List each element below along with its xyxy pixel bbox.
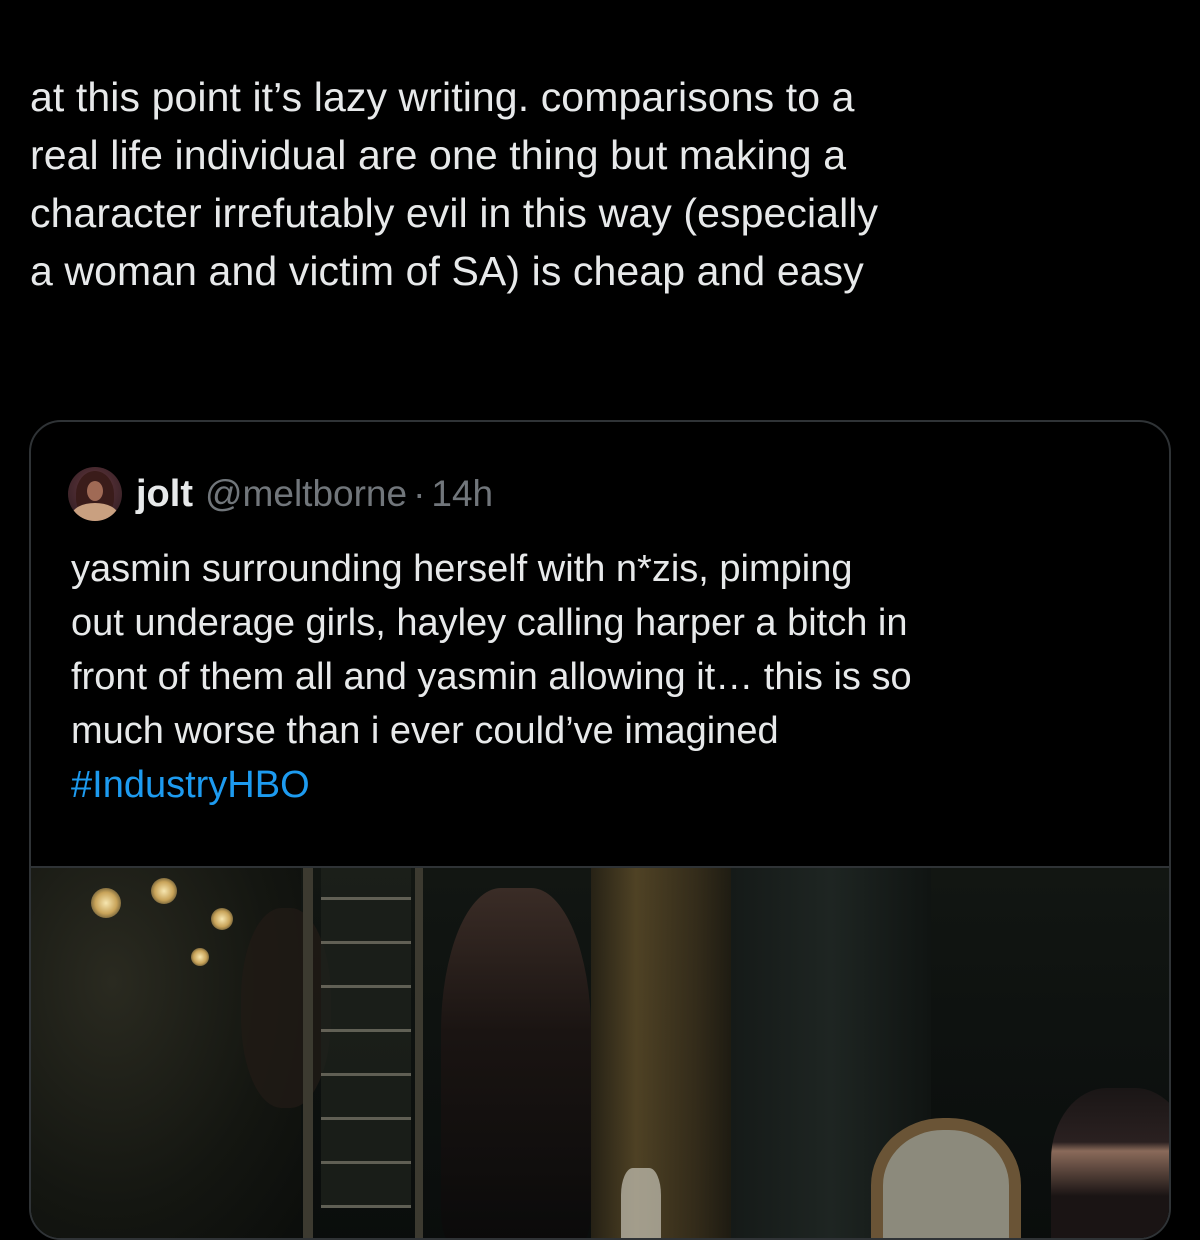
media-scene-light [151,878,177,904]
quoted-tweet-card[interactable]: jolt @meltborne · 14h yasmin surrounding… [29,420,1171,1240]
quoted-tweet-header: jolt @meltborne · 14h [68,466,493,522]
quoted-text-line: much worse than i ever could’ve imagined [71,710,779,752]
quoted-display-name[interactable]: jolt [136,473,193,516]
quoted-text-line: front of them all and yasmin allowing it… [71,656,912,698]
media-scene-figure [1051,1088,1169,1238]
media-scene-figure [441,888,591,1238]
separator-dot: · [413,473,426,514]
media-scene-light [211,908,233,930]
media-scene-chair [871,1118,1021,1238]
quoted-text-line: yasmin surrounding herself with n*zis, p… [71,548,853,590]
quoted-tweet-text: yasmin surrounding herself with n*zis, p… [71,542,1161,812]
tweet-text-line: real life individual are one thing but m… [30,132,847,178]
tweet-text: at this point it’s lazy writing. compari… [30,68,1180,300]
quoted-handle[interactable]: @meltborne [205,473,407,515]
avatar[interactable] [68,467,122,521]
quoted-text-line: out underage girls, hayley calling harpe… [71,602,908,644]
tweet-text-line: at this point it’s lazy writing. compari… [30,74,855,120]
media-scene-door [321,868,411,1208]
media-scene-light [191,948,209,966]
media-scene-light [91,888,121,918]
tweet-text-line: character irrefutably evil in this way (… [30,190,879,236]
media-scene-figure [621,1168,661,1238]
media-scene-panel [591,868,741,1238]
quoted-tweet-media[interactable] [31,866,1169,1238]
hashtag-link[interactable]: #IndustryHBO [71,758,1161,812]
tweet-text-line: a woman and victim of SA) is cheap and e… [30,248,864,294]
quoted-timestamp[interactable]: 14h [431,473,493,515]
